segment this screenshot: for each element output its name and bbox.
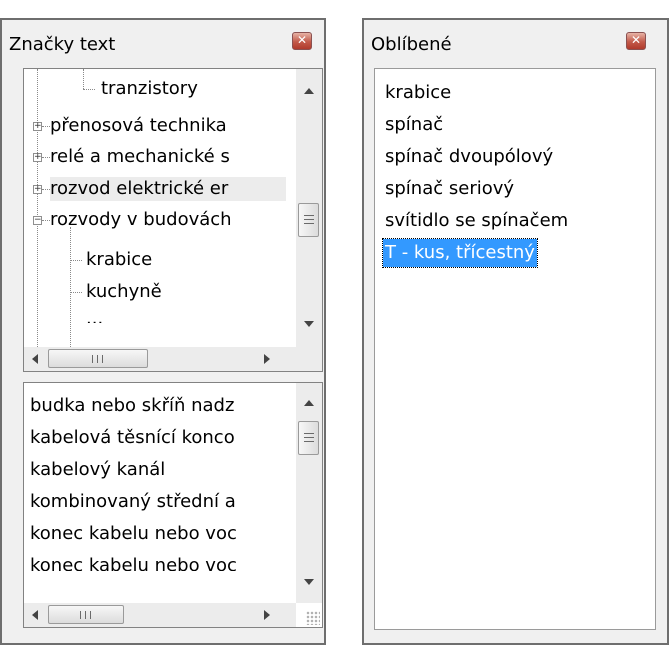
tree-item-label: přenosová technika [50, 115, 227, 136]
tree-item-label: tranzistory [101, 78, 198, 99]
scroll-left-icon[interactable] [32, 610, 38, 620]
close-panel-button[interactable]: ✕ [292, 32, 312, 50]
scroll-thumb[interactable] [298, 421, 319, 455]
favorite-item-selected[interactable]: T - kus, třícestný [382, 238, 538, 268]
tree-line [37, 69, 38, 349]
tree-item-label: rozvody v budovách [50, 209, 232, 230]
list-item[interactable]: kombinovaný střední a [30, 489, 236, 515]
panel-title: Značky text [9, 34, 116, 55]
tree-item-label: rozvod elektrické er [50, 178, 229, 199]
list-item[interactable]: kabelový kanál [30, 457, 165, 483]
scroll-thumb[interactable] [48, 605, 124, 624]
tree-item-label: krabice [86, 249, 153, 270]
tree-line [83, 89, 95, 90]
list-item[interactable]: konec kabelu nebo voc [30, 521, 237, 547]
scroll-thumb[interactable] [298, 203, 319, 237]
close-icon: ✕ [296, 33, 308, 47]
tree-item-krabice[interactable]: krabice [86, 248, 152, 272]
close-panel-button[interactable]: ✕ [626, 32, 646, 50]
list-item[interactable]: budka nebo skříň nadz [30, 393, 234, 419]
close-icon: ✕ [630, 33, 642, 47]
collapse-icon[interactable]: − [33, 216, 42, 225]
scroll-down-icon[interactable] [304, 579, 314, 585]
resize-grip-icon[interactable] [306, 611, 320, 625]
tree-item-tranzistory[interactable]: tranzistory [101, 77, 198, 101]
tree-line [70, 260, 82, 261]
tree-item-partial[interactable]: ... [86, 309, 103, 323]
scroll-right-icon[interactable] [264, 354, 270, 364]
tree-line [42, 189, 50, 190]
symbols-vertical-scrollbar[interactable] [296, 383, 322, 603]
expand-icon[interactable]: + [33, 122, 42, 131]
tree-item-rozvod-elektricke[interactable]: rozvod elektrické er [50, 177, 286, 201]
symbols-text-panel: Značky text ✕ tranzistory + přenosová te… [0, 18, 326, 645]
tree-item-kuchyne[interactable]: kuchyně [86, 280, 162, 304]
tree-item-rozvody-v-budovach[interactable]: rozvody v budovách [50, 208, 232, 232]
tree-item-label: ... [86, 309, 104, 323]
expand-icon[interactable]: + [33, 185, 42, 194]
tree-item-rele[interactable]: relé a mechanické s [50, 145, 230, 169]
favorites-panel: Oblíbené ✕ krabice spínač spínač dvoupól… [362, 18, 669, 645]
category-tree[interactable]: tranzistory + přenosová technika + relé … [23, 68, 323, 372]
scroll-left-icon[interactable] [32, 354, 38, 364]
scroll-thumb[interactable] [48, 349, 148, 368]
tree-line [70, 292, 82, 293]
favorite-item[interactable]: spínač [385, 111, 443, 139]
scroll-right-icon[interactable] [264, 610, 270, 620]
scroll-up-icon[interactable] [304, 400, 314, 406]
expand-icon[interactable]: + [33, 153, 42, 162]
favorites-list[interactable]: krabice spínač spínač dvoupólový spínač … [374, 68, 656, 630]
tree-item-label: relé a mechanické s [50, 146, 230, 167]
list-item[interactable]: kabelová těsnící konco [30, 425, 235, 451]
favorite-item[interactable]: spínač seriový [385, 175, 514, 203]
favorite-item[interactable]: spínač dvoupólový [385, 143, 553, 171]
scroll-up-icon[interactable] [304, 88, 314, 94]
panel-title: Oblíbené [371, 34, 452, 55]
symbols-list[interactable]: budka nebo skříň nadz kabelová těsnící k… [23, 382, 323, 628]
favorite-item[interactable]: svítidlo se spínačem [385, 207, 568, 235]
list-item[interactable]: konec kabelu nebo voc [30, 553, 237, 571]
scroll-down-icon[interactable] [304, 321, 314, 327]
favorite-item[interactable]: krabice [385, 79, 451, 107]
symbols-horizontal-scrollbar[interactable] [24, 603, 296, 627]
tree-item-label: kuchyně [86, 281, 162, 302]
tree-item-prenosova-technika[interactable]: přenosová technika [50, 114, 227, 138]
tree-line [42, 157, 50, 158]
tree-vertical-scrollbar[interactable] [296, 69, 322, 347]
tree-horizontal-scrollbar[interactable] [24, 347, 322, 371]
tree-line [83, 69, 84, 89]
tree-line [42, 220, 50, 221]
tree-line [42, 126, 50, 127]
